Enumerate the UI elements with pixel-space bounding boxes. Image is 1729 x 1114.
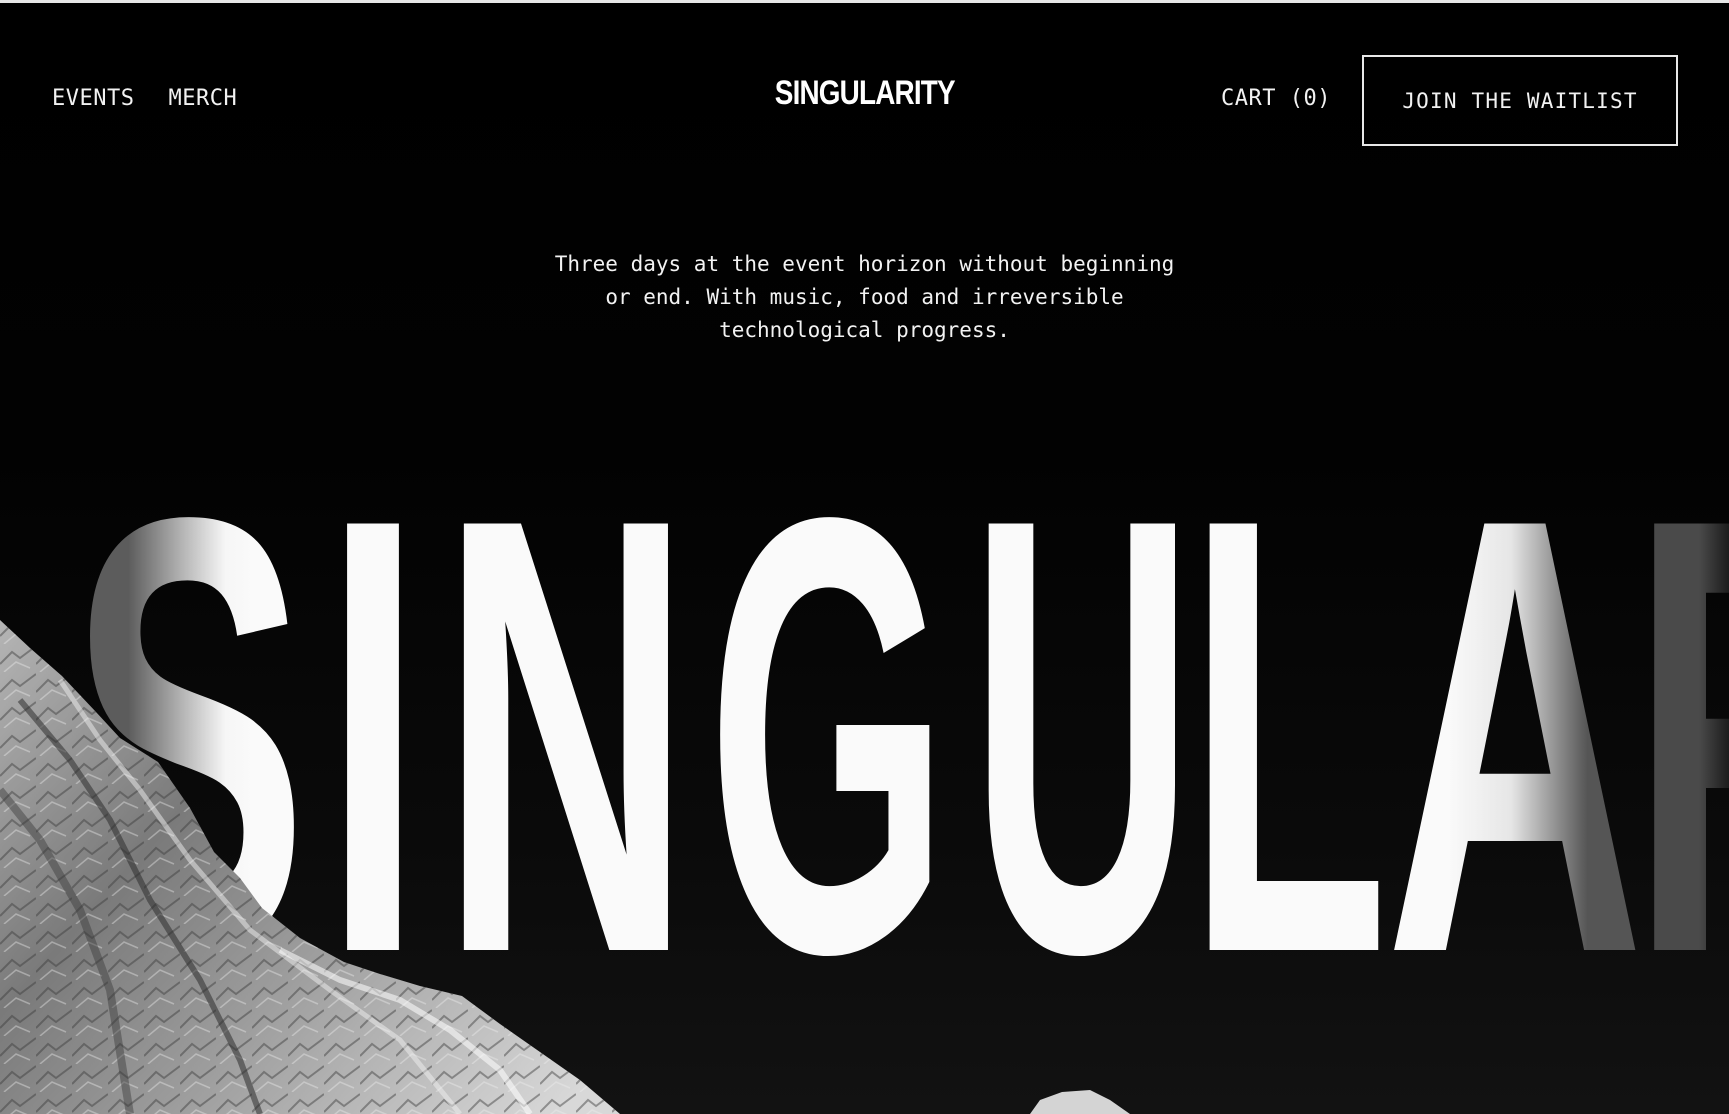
distant-peak	[1030, 1090, 1130, 1114]
hero-big-letter-n: N	[441, 390, 692, 1082]
hero-big-letter-r: R	[1630, 390, 1729, 1082]
hero-big-letter-g: G	[707, 388, 948, 1081]
hero-big-letter-a: A	[1385, 390, 1645, 1082]
hero-big-letter-u: U	[970, 388, 1194, 1081]
page: EVENTS MERCH SINGULARITY CART (0) JOIN T…	[0, 0, 1729, 1114]
hero-visual: S I N G U L A R	[0, 388, 1729, 1114]
hero-big-letter-l: L	[1188, 390, 1389, 1082]
